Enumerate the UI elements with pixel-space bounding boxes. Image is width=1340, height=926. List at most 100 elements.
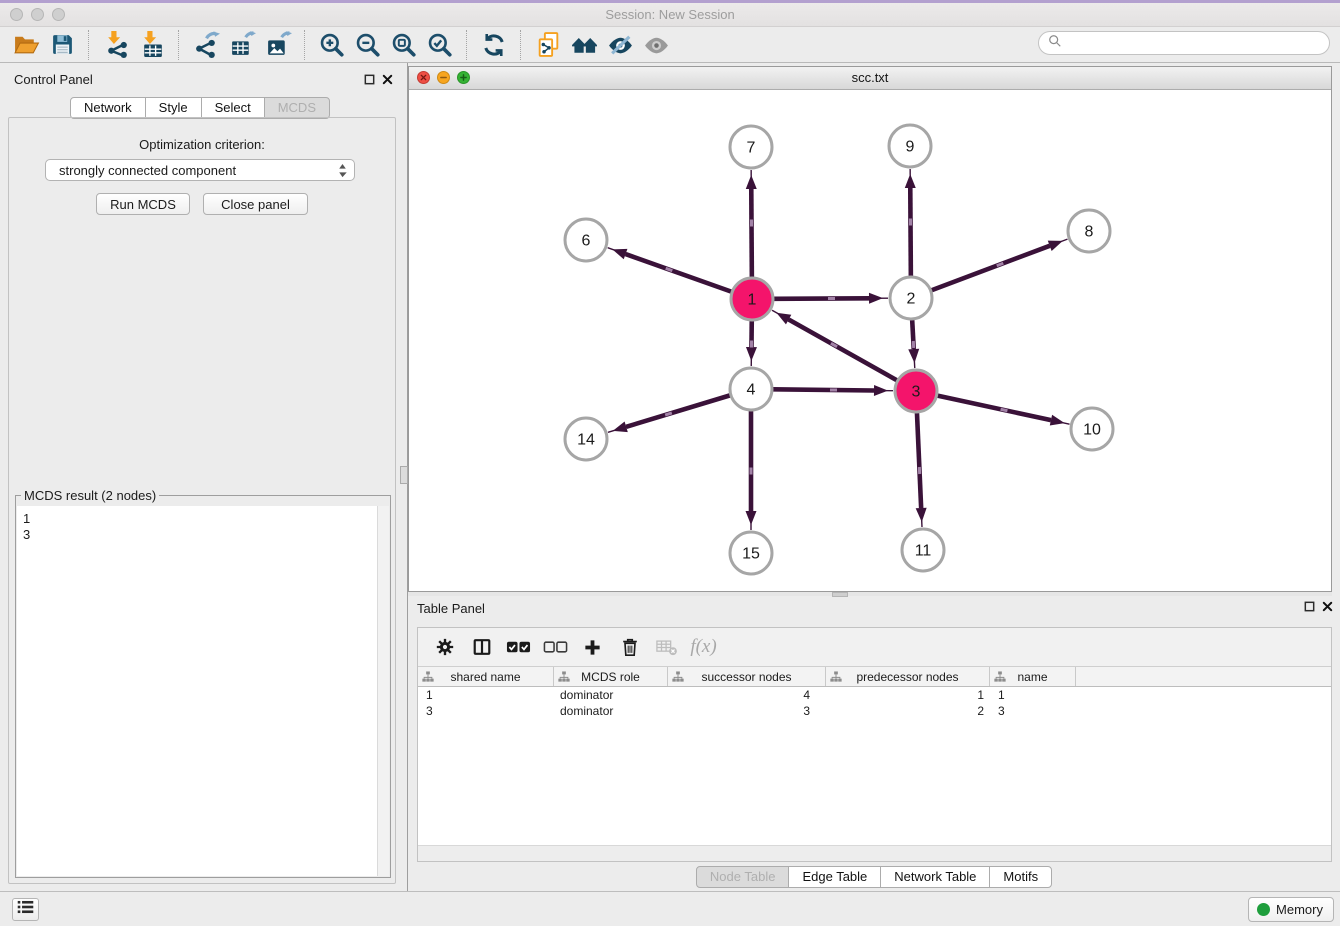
column-header-shared-name[interactable]: shared name <box>418 667 554 686</box>
search-input[interactable] <box>1067 35 1329 52</box>
mcds-result-list[interactable]: 13 <box>17 506 389 876</box>
table-cell[interactable]: 3 <box>668 704 826 718</box>
import-table-icon[interactable] <box>134 29 170 61</box>
graph-edge-4-3[interactable] <box>773 385 893 396</box>
table-cell[interactable]: 2 <box>826 704 990 718</box>
search-field[interactable] <box>1038 31 1330 55</box>
export-image-icon[interactable] <box>260 29 296 61</box>
save-floppy-icon[interactable] <box>44 29 80 61</box>
memory-button[interactable]: Memory <box>1248 897 1334 922</box>
graph-node-6[interactable]: 6 <box>565 219 607 261</box>
graph-node-15[interactable]: 15 <box>730 532 772 574</box>
graph-node-7[interactable]: 7 <box>730 126 772 168</box>
tab-motifs[interactable]: Motifs <box>989 866 1052 888</box>
tab-edge-table[interactable]: Edge Table <box>788 866 881 888</box>
graph-edge-4-15[interactable] <box>746 411 757 530</box>
table-horizontal-scrollbar[interactable] <box>418 845 1331 861</box>
result-item[interactable]: 1 <box>17 506 389 527</box>
tab-mcds[interactable]: MCDS <box>264 97 330 119</box>
refresh-icon[interactable] <box>476 29 512 61</box>
table-cell[interactable]: 1 <box>990 688 1076 702</box>
graph-edge-2-3[interactable] <box>908 320 919 368</box>
export-network-icon[interactable] <box>188 29 224 61</box>
graph-edge-1-2[interactable] <box>774 293 888 304</box>
houses-icon[interactable] <box>566 29 602 61</box>
zoom-fit-icon[interactable] <box>386 29 422 61</box>
table-row[interactable]: 1dominator411 <box>418 687 1331 703</box>
graph-node-11[interactable]: 11 <box>902 529 944 571</box>
table-cell[interactable]: dominator <box>554 704 668 718</box>
result-scrollbar[interactable] <box>377 506 389 876</box>
close-table-panel-icon[interactable] <box>1320 599 1334 613</box>
minimize-frame-button[interactable] <box>437 71 450 84</box>
open-folder-icon[interactable] <box>8 29 44 61</box>
network-window-titlebar[interactable]: scc.txt <box>409 67 1331 90</box>
graph-node-1[interactable]: 1 <box>731 278 773 320</box>
show-eye-icon[interactable] <box>638 29 674 61</box>
graph-node-label: 1 <box>748 292 757 309</box>
float-panel-icon[interactable] <box>362 72 376 86</box>
import-network-icon[interactable] <box>98 29 134 61</box>
vertical-splitter[interactable] <box>400 63 408 891</box>
table-cell[interactable]: 1 <box>826 688 990 702</box>
control-panel: Control Panel NetworkStyleSelectMCDS Opt… <box>0 63 400 891</box>
column-header-name[interactable]: name <box>990 667 1076 686</box>
graph-edge-3-10[interactable] <box>938 396 1070 426</box>
zoom-out-icon[interactable] <box>350 29 386 61</box>
zoom-in-icon[interactable] <box>314 29 350 61</box>
table-cell[interactable]: 4 <box>668 688 826 702</box>
close-panel-icon[interactable] <box>380 72 394 86</box>
result-item[interactable]: 3 <box>17 527 389 543</box>
float-table-panel-icon[interactable] <box>1302 599 1316 613</box>
graph-edge-3-11[interactable] <box>916 413 927 527</box>
deselect-all-icon[interactable] <box>537 632 574 662</box>
tab-select[interactable]: Select <box>201 97 265 119</box>
clone-network-icon[interactable] <box>530 29 566 61</box>
graph-node-2[interactable]: 2 <box>890 277 932 319</box>
delete-column-icon[interactable] <box>611 632 648 662</box>
graph-node-8[interactable]: 8 <box>1068 210 1110 252</box>
close-panel-button[interactable]: Close panel <box>203 193 308 215</box>
graph-node-label: 14 <box>577 432 595 449</box>
gear-icon[interactable] <box>426 632 463 662</box>
graph-edge-1-4[interactable] <box>746 321 757 366</box>
table-row[interactable]: 3dominator323 <box>418 703 1331 719</box>
tab-network-table[interactable]: Network Table <box>880 866 990 888</box>
split-panel-icon[interactable] <box>463 632 500 662</box>
run-mcds-button[interactable]: Run MCDS <box>96 193 190 215</box>
table-cell[interactable]: 3 <box>418 704 554 718</box>
vertical-splitter-handle[interactable] <box>400 466 408 484</box>
graph-edge-3-1[interactable] <box>772 310 897 380</box>
table-cell[interactable]: 3 <box>990 704 1076 718</box>
graph-edge-1-6[interactable] <box>608 248 732 292</box>
graph-edge-1-7[interactable] <box>746 170 757 277</box>
graph-node-label: 11 <box>915 543 932 560</box>
table-cell[interactable]: 1 <box>418 688 554 702</box>
column-header-MCDS-role[interactable]: MCDS role <box>554 667 668 686</box>
column-header-predecessor-nodes[interactable]: predecessor nodes <box>826 667 990 686</box>
graph-node-4[interactable]: 4 <box>730 368 772 410</box>
add-column-icon[interactable] <box>574 632 611 662</box>
graph-node-3[interactable]: 3 <box>895 370 937 412</box>
hide-eye-icon[interactable] <box>602 29 638 61</box>
maximize-frame-button[interactable] <box>457 71 470 84</box>
tab-network[interactable]: Network <box>70 97 146 119</box>
column-header-successor-nodes[interactable]: successor nodes <box>668 667 826 686</box>
graph-node-14[interactable]: 14 <box>565 418 607 460</box>
criterion-dropdown[interactable]: strongly connected component <box>45 159 355 181</box>
close-frame-button[interactable] <box>417 71 430 84</box>
table-toolbar: f(x) <box>418 628 1331 667</box>
table-cell[interactable]: dominator <box>554 688 668 702</box>
network-canvas[interactable]: 7 9 6 8 1 2 4 3 14 10 15 11 <box>409 89 1331 591</box>
tab-style[interactable]: Style <box>145 97 202 119</box>
tab-node-table[interactable]: Node Table <box>696 866 790 888</box>
select-all-icon[interactable] <box>500 632 537 662</box>
task-history-button[interactable] <box>12 898 39 921</box>
graph-node-10[interactable]: 10 <box>1071 408 1113 450</box>
zoom-selected-icon[interactable] <box>422 29 458 61</box>
export-table-icon[interactable] <box>224 29 260 61</box>
graph-edge-4-14[interactable] <box>608 395 730 432</box>
graph-edge-2-9[interactable] <box>905 169 916 276</box>
graph-edge-2-8[interactable] <box>932 239 1068 290</box>
graph-node-9[interactable]: 9 <box>889 125 931 167</box>
